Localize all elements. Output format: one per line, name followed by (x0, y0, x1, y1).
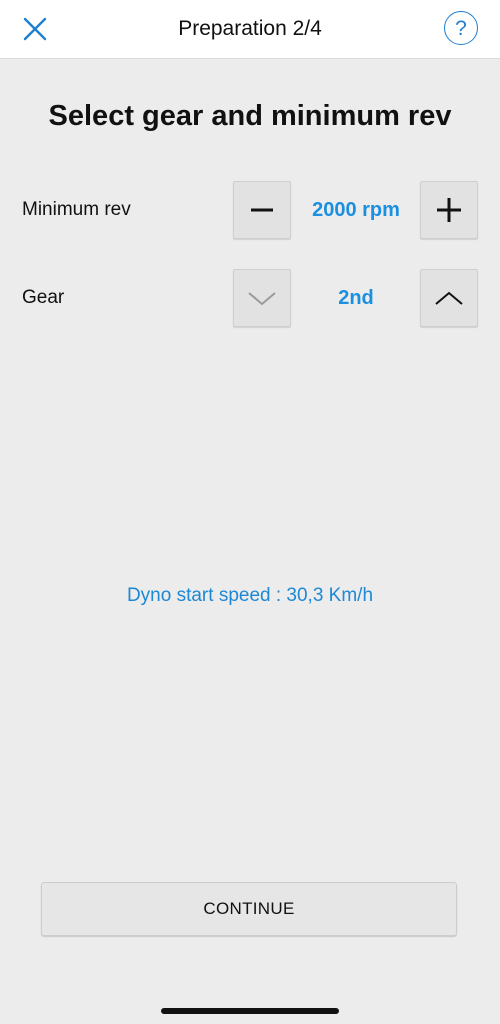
chevron-up-icon (435, 291, 463, 305)
min-rev-value: 2000 rpm (312, 199, 400, 221)
min-rev-decrement-button[interactable] (233, 181, 291, 239)
help-button[interactable]: ? (444, 11, 478, 45)
gear-label: Gear (22, 287, 65, 308)
gear-increment-button[interactable] (420, 269, 478, 327)
home-indicator[interactable] (161, 1008, 339, 1014)
help-icon: ? (455, 16, 467, 40)
chevron-down-icon (248, 292, 276, 306)
section-heading: Select gear and minimum rev (48, 100, 452, 132)
page-title: Preparation 2/4 (178, 17, 322, 40)
plus-icon (437, 198, 461, 222)
min-rev-increment-button[interactable] (420, 181, 478, 239)
minus-icon (251, 208, 273, 212)
gear-decrement-button[interactable] (233, 269, 291, 327)
gear-value: 2nd (338, 287, 374, 309)
min-rev-label: Minimum rev (22, 199, 131, 220)
continue-button[interactable]: CONTINUE (41, 882, 457, 936)
dyno-start-speed-text: Dyno start speed : 30,3 Km/h (126, 585, 374, 606)
header-bar: Preparation 2/4 ? (0, 0, 500, 59)
